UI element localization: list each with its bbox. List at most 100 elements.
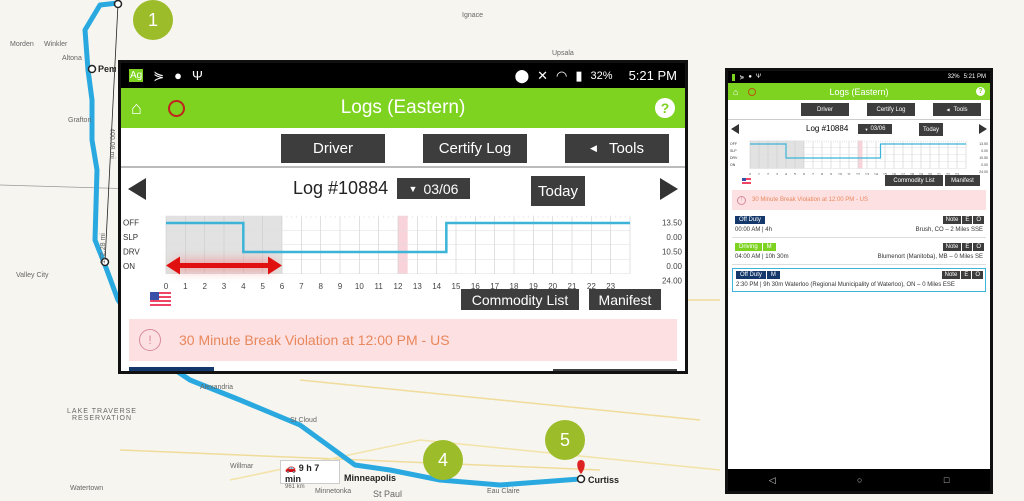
log-nav: Log #10884 ▼ 03/06 Today [121, 168, 685, 208]
row-label: ON [123, 262, 135, 271]
map-label: Willmar [230, 463, 254, 470]
date-dropdown[interactable]: ▼ 03/06 [858, 124, 892, 134]
status-ring-icon[interactable] [748, 87, 757, 96]
eta-box[interactable]: 🚗 9 h 7 min 961 km [280, 460, 340, 490]
map-label: St Cloud [290, 417, 317, 424]
hour-label: 11 [847, 173, 851, 176]
caret-down-icon: ▼ [408, 183, 418, 194]
status-bar: ⋟ ● Ψ 32% 5:21 PM [728, 71, 990, 83]
hour-label: 9 [830, 173, 832, 176]
row-total: 0.00 [666, 262, 682, 271]
us-flag-icon [742, 178, 751, 184]
commodity-list-button[interactable]: Commodity List [885, 175, 943, 186]
map-label: Alexandria [200, 384, 234, 391]
duty-status-graph[interactable]: OFFSLPDRVON13.500.0010.500.0024.000 1 2 3 4 5… [728, 139, 990, 175]
certify-log-button[interactable]: Certify Log [867, 103, 915, 116]
event-action-button[interactable]: E [962, 216, 973, 224]
status-ring-icon[interactable] [167, 99, 185, 117]
driver-button[interactable]: Driver [801, 103, 849, 116]
tools-button[interactable]: ◀ Tools [565, 134, 669, 163]
hour-label: 18 [510, 282, 519, 289]
next-day-arrow-icon[interactable] [979, 124, 987, 134]
certify-log-button[interactable]: Certify Log [423, 134, 527, 163]
row-total: 24.00 [662, 277, 683, 286]
row-total: 10.50 [979, 156, 988, 160]
log-number: Log #10884 [806, 124, 849, 133]
hour-label: 13 [865, 173, 869, 176]
hour-label: 6 [280, 282, 285, 289]
hour-label: 2 [202, 282, 207, 289]
help-icon[interactable]: ? [976, 87, 985, 96]
hour-label: 14 [874, 173, 878, 176]
duty-status-graph[interactable]: OFFSLPDRVON13.500.0010.500.0024.000 1 2 3 4 5… [121, 209, 685, 289]
manifest-button[interactable]: Manifest [589, 289, 661, 310]
hour-label: 11 [375, 282, 384, 289]
map-label: Grafton [68, 117, 92, 124]
home-circle-icon[interactable]: ○ [857, 475, 862, 485]
event-action-button[interactable]: O [972, 271, 983, 279]
hour-label: 1 [758, 173, 760, 176]
tools-button[interactable]: ◀ Tools [933, 103, 981, 116]
hour-label: 3 [776, 173, 778, 176]
hour-label: 23 [606, 282, 615, 289]
map-label: St Paul [373, 489, 403, 499]
ag-app-icon [732, 73, 736, 81]
driver-button[interactable]: Driver [281, 134, 385, 163]
hour-label: 0 [164, 282, 169, 289]
hour-label: 13 [413, 282, 422, 289]
help-icon[interactable]: ? [655, 98, 675, 118]
eta-distance: 961 km [285, 484, 305, 490]
hour-label: 14 [432, 282, 441, 289]
event-time: 00:00 AM | 4h [735, 227, 772, 233]
next-day-arrow-icon[interactable] [660, 178, 678, 200]
event-action-button[interactable]: Note [942, 243, 962, 251]
event-action-button[interactable]: E [961, 271, 972, 279]
recent-apps-icon[interactable]: □ [944, 475, 949, 485]
hour-label: 3 [222, 282, 227, 289]
event-status-tag: Off Duty [735, 216, 765, 224]
row-label: ON [730, 163, 736, 167]
prev-day-arrow-icon[interactable] [128, 178, 146, 200]
row-label: SLP [730, 149, 737, 153]
home-icon[interactable]: ⌂ [131, 98, 142, 119]
hour-label: 8 [318, 282, 323, 289]
home-icon[interactable]: ⌂ [733, 87, 738, 97]
violation-alert[interactable]: ! 30 Minute Break Violation at 12:00 PM … [129, 319, 677, 361]
row-label: DRV [123, 248, 140, 257]
row-label: DRV [730, 156, 738, 160]
mute-icon: ✕ [537, 67, 549, 83]
alert-text: 30 Minute Break Violation at 12:00 PM - … [752, 197, 868, 203]
usb-icon: Ψ [756, 73, 762, 80]
hour-label: 0 [749, 173, 751, 176]
alert-icon: ! [139, 329, 161, 351]
event-row[interactable]: Off Duty Note E O 00:00 AM | 4h Brush, CO – 2… [732, 214, 986, 238]
manifest-button[interactable]: Manifest [945, 175, 980, 186]
back-icon[interactable]: ◁ [769, 475, 776, 486]
hour-label: 1 [183, 282, 188, 289]
caret-left-icon: ◀ [946, 107, 950, 112]
event-action-button[interactable]: Note [941, 271, 961, 279]
today-button[interactable]: Today [919, 123, 943, 136]
android-icon: ● [174, 68, 182, 83]
event-action-button[interactable]: O [973, 216, 984, 224]
event-row[interactable]: Off Duty M Note E O 2:30 PM | 9h 30m Waterloo… [732, 268, 986, 292]
map-label: Altona [62, 55, 82, 62]
battery-icon: ▮ [575, 67, 583, 83]
toolbar: Driver Certify Log ◀ Tools [728, 100, 990, 120]
app-header: ⌂ Logs (Eastern) ? [728, 83, 990, 100]
date-dropdown[interactable]: ▼ 03/06 [397, 178, 470, 199]
tools-label: Tools [953, 106, 968, 113]
map-label: Minneapolis [344, 473, 397, 483]
event-row[interactable]: Driving M Note E O 04:00 AM | 10h 30m Blumenor… [732, 241, 986, 265]
violation-alert[interactable]: ! 30 Minute Break Violation at 12:00 PM … [732, 190, 986, 210]
event-action-button[interactable]: E [962, 243, 973, 251]
today-button[interactable]: Today [531, 176, 585, 206]
event-action-button[interactable]: O [973, 243, 984, 251]
hour-label: 10 [838, 173, 842, 176]
map-label: Upsala [552, 50, 574, 57]
battery-level: 32% [947, 74, 960, 80]
hour-label: 5 [260, 282, 265, 289]
commodity-list-button[interactable]: Commodity List [461, 289, 579, 310]
prev-day-arrow-icon[interactable] [731, 124, 739, 134]
event-action-button[interactable]: Note [942, 216, 962, 224]
